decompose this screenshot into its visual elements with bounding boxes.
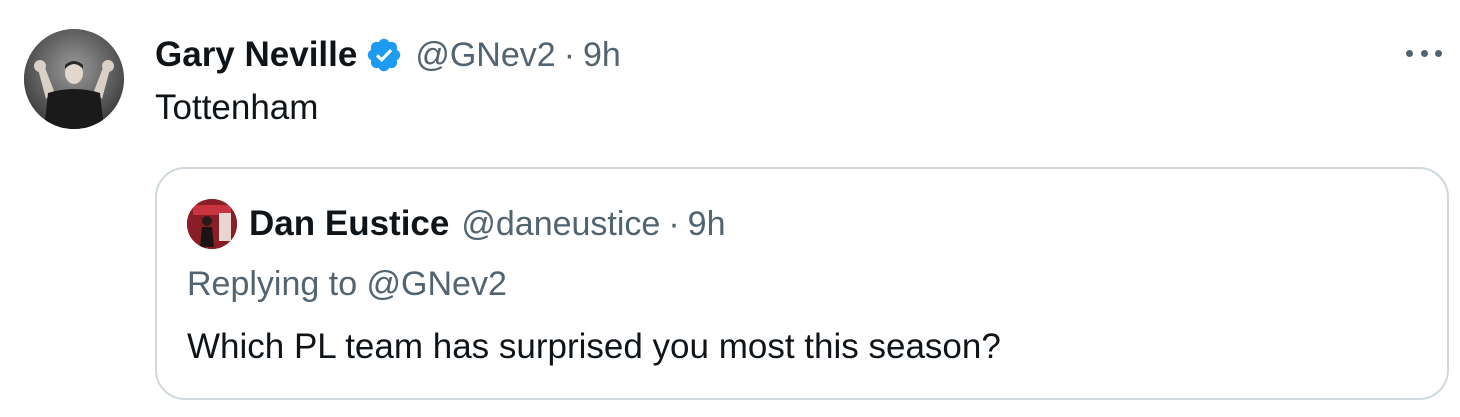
author-display-name[interactable]: Gary Neville	[155, 35, 357, 75]
avatar-image	[24, 29, 124, 129]
quoted-author-avatar[interactable]	[187, 199, 237, 249]
replying-to-label: Replying to @GNev2	[187, 265, 507, 303]
tweet[interactable]: Gary Neville @GNev2 · 9h Tottenham Dan E…	[0, 0, 1460, 417]
quoted-tweet-card[interactable]: Dan Eustice @daneustice · 9h Replying to…	[155, 167, 1449, 400]
separator-dot: ·	[668, 204, 680, 243]
quoted-tweet-timestamp[interactable]: 9h	[688, 205, 726, 244]
quoted-tweet-text: Which PL team has surprised you most thi…	[187, 327, 1001, 366]
quoted-author-handle[interactable]: @daneustice	[461, 205, 660, 244]
dot	[1406, 49, 1413, 57]
quoted-author-display-name[interactable]: Dan Eustice	[249, 204, 449, 244]
separator-dot: ·	[563, 35, 576, 74]
quoted-tweet-header: Dan Eustice @daneustice · 9h	[249, 201, 726, 247]
tweet-header: Gary Neville @GNev2 · 9h	[155, 30, 621, 80]
avatar-image	[187, 199, 237, 249]
dot	[1435, 49, 1442, 57]
dot	[1420, 49, 1428, 57]
tweet-timestamp[interactable]: 9h	[583, 36, 621, 75]
author-handle[interactable]: @GNev2	[415, 36, 555, 75]
tweet-text: Tottenham	[155, 88, 319, 127]
verified-badge-icon	[365, 36, 403, 74]
author-avatar[interactable]	[24, 29, 124, 129]
more-options-icon[interactable]	[1402, 38, 1446, 68]
